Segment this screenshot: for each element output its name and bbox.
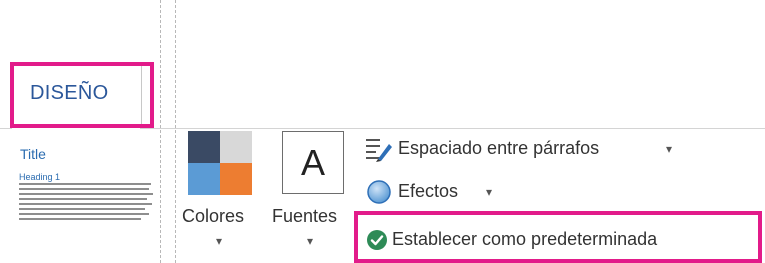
thumbnail-title: Title — [20, 146, 46, 162]
tab-highlight — [10, 62, 154, 128]
color-swatch — [220, 131, 252, 163]
separator-dashed-right — [175, 0, 176, 263]
thumbnail-body-text — [19, 183, 157, 223]
paragraph-spacing-icon — [364, 135, 394, 165]
effects-icon — [366, 179, 392, 205]
color-swatch — [188, 163, 220, 195]
fonts-preview-letter: A — [300, 142, 325, 183]
color-swatch — [188, 131, 220, 163]
color-swatch — [220, 163, 252, 195]
effects-label: Efectos — [398, 181, 459, 201]
colors-palette-icon — [188, 131, 252, 195]
set-as-default-highlight — [354, 211, 762, 263]
colors-label: Colores — [182, 206, 245, 226]
fonts-label: Fuentes — [272, 206, 338, 226]
fonts-dropdown-icon: ▾ — [307, 234, 314, 248]
colors-dropdown-icon: ▾ — [216, 234, 223, 248]
paragraph-spacing-dropdown-icon: ▾ — [666, 142, 673, 156]
separator-dashed-left — [160, 0, 161, 263]
thumbnail-heading: Heading 1 — [19, 172, 61, 182]
paragraph-spacing-label: Espaciado entre párrafos — [398, 138, 600, 158]
ribbon-top-border — [140, 128, 765, 129]
ribbon-top-border — [0, 128, 12, 129]
effects-dropdown-icon: ▾ — [486, 185, 493, 199]
fonts-preview-icon: A — [282, 131, 344, 194]
